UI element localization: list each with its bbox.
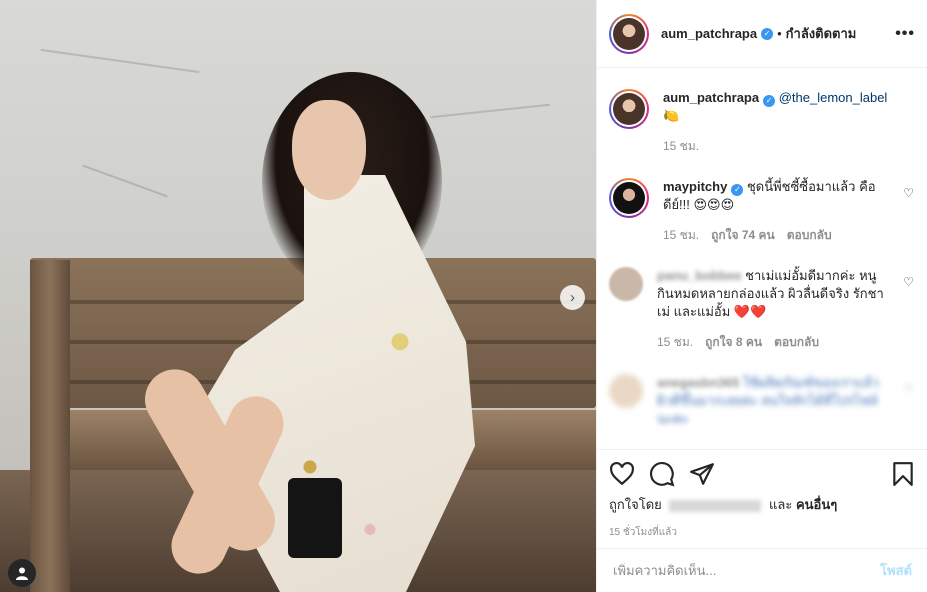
post-photo[interactable]: ›: [0, 0, 596, 592]
post-timestamp[interactable]: 15 ชั่วโมงที่แล้ว: [609, 525, 916, 540]
like-comment-icon[interactable]: ♡: [903, 275, 914, 289]
like-comment-icon[interactable]: ♡: [903, 186, 914, 200]
comment-time[interactable]: 15 ชม.: [657, 333, 693, 351]
caption-time[interactable]: 15 ชม.: [663, 137, 699, 155]
post-comment-button[interactable]: โพสต์: [880, 560, 912, 581]
comment-likes[interactable]: ถูกใจ 8 คน: [705, 333, 762, 351]
verified-icon: ✓: [731, 184, 744, 196]
wall-texture: [82, 164, 168, 198]
model-face: [292, 100, 366, 200]
comment-item: anegasbn365 ใช้ผลิตภัณฑ์ของเราแล้วผิวดีข…: [609, 374, 914, 428]
comment-avatar[interactable]: [609, 267, 643, 301]
post-actions: ถูกใจโดย และ คนอื่นๆ 15 ชั่วโมงที่แล้ว: [597, 449, 927, 540]
add-comment-bar: โพสต์: [597, 548, 927, 592]
caption-username[interactable]: aum_patchrapa: [663, 90, 759, 105]
comment-username[interactable]: panu_bobbee: [657, 268, 742, 283]
comment-likes[interactable]: ถูกใจ 74 คน: [711, 226, 775, 244]
likes-conj: และ: [769, 497, 793, 512]
like-comment-icon[interactable]: ♡: [903, 382, 914, 396]
more-options-icon[interactable]: •••: [895, 25, 915, 43]
clutch-bag: [288, 478, 342, 558]
bookmark-icon[interactable]: [890, 461, 916, 487]
bench-leg: [30, 260, 70, 592]
wall-texture: [430, 103, 550, 119]
likes-others-link[interactable]: คนอื่นๆ: [796, 497, 837, 512]
chevron-right-icon: ›: [570, 289, 575, 306]
comments-list[interactable]: aum_patchrapa ✓ @the_lemon_label 🍋 15 ชม.…: [597, 69, 927, 449]
tagged-users-button[interactable]: [8, 559, 36, 587]
share-icon[interactable]: [689, 461, 715, 487]
comment-username[interactable]: maypitchy: [663, 179, 727, 194]
caption-avatar[interactable]: [609, 89, 649, 129]
caption-mention-link[interactable]: @the_lemon_label: [779, 90, 888, 105]
wall-texture: [40, 48, 200, 74]
reply-button[interactable]: ตอบกลับ: [774, 333, 819, 351]
comment-icon[interactable]: [649, 461, 675, 487]
verified-icon: ✓: [761, 27, 774, 40]
reply-button[interactable]: ตอบกลับ: [787, 226, 832, 244]
author-avatar[interactable]: [609, 13, 649, 54]
comment-item: panu_bobbee ชาเม่แม่อั้มดีมากค่ะ หนูกินห…: [609, 267, 914, 351]
comment-avatar[interactable]: [609, 178, 649, 218]
user-icon: [16, 567, 28, 580]
following-button[interactable]: กำลังติดตาม: [786, 23, 857, 44]
post-panel: aum_patchrapa ✓ • กำลังติดตาม ••• aum_pa…: [596, 0, 927, 592]
comment-username[interactable]: anegasbn365: [657, 375, 739, 390]
comment-input[interactable]: [613, 563, 881, 578]
caption-emoji: 🍋: [663, 108, 680, 123]
verified-icon: ✓: [763, 95, 776, 107]
comment-item: maypitchy ✓ ชุดนี้พี่ชซี้ซื้อมาแล้ว คือดี…: [609, 178, 914, 244]
comment-time[interactable]: 15 ชม.: [663, 226, 699, 244]
separator-dot: •: [777, 26, 782, 41]
likes-prefix: ถูกใจโดย: [609, 497, 662, 512]
next-photo-button[interactable]: ›: [560, 285, 585, 310]
liker-name[interactable]: [669, 499, 762, 512]
caption: aum_patchrapa ✓ @the_lemon_label 🍋 15 ชม.: [609, 89, 914, 155]
comment-avatar[interactable]: [609, 374, 643, 408]
likes-summary: ถูกใจโดย และ คนอื่นๆ: [609, 494, 916, 515]
post-header: aum_patchrapa ✓ • กำลังติดตาม •••: [597, 0, 927, 68]
author-username[interactable]: aum_patchrapa: [661, 26, 757, 41]
heart-icon[interactable]: [609, 461, 635, 487]
